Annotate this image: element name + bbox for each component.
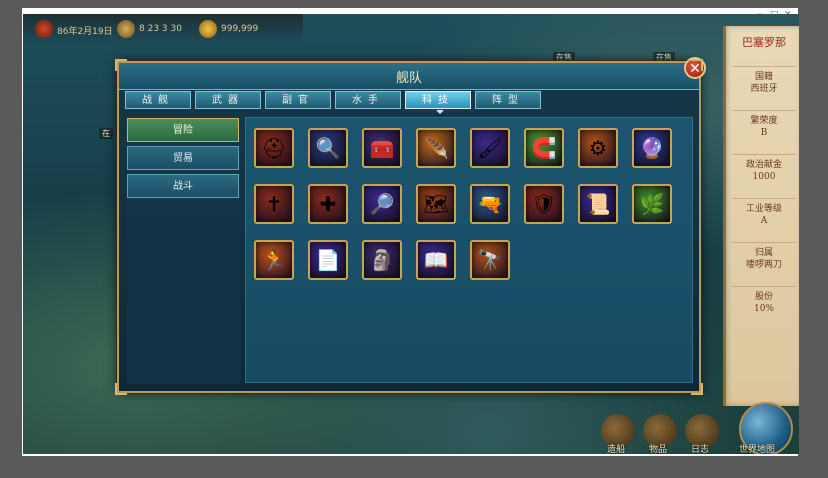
shipbuilding-label: 造船	[607, 445, 626, 454]
skill-grid: ⛑ 🔍 🧰 🪶 🖌 🧲 ⚙ 🔮 ✝ ✚ 🔎 🗺 🔫 🛡 📜 🌿 🏃 📄 🗿 📖 🔭	[245, 117, 693, 383]
log-label: 日志	[691, 445, 710, 454]
brush-icon[interactable]: 🖌	[470, 128, 510, 168]
magnet-icon[interactable]: 🧲	[524, 128, 564, 168]
tab-technology[interactable]: 科技	[405, 91, 471, 114]
category-trade[interactable]: 贸易	[127, 146, 239, 170]
tab-warships[interactable]: 战舰	[125, 91, 191, 109]
city-name: 巴塞罗那	[742, 36, 786, 49]
compass-ring-icon[interactable]: ⚙	[578, 128, 618, 168]
treasure-chest-icon[interactable]: 🧰	[362, 128, 402, 168]
tab-weapons[interactable]: 武器	[195, 91, 261, 109]
magnifier-plant-icon[interactable]: 🔎	[362, 184, 402, 224]
time-text: 8 23 3 30	[139, 24, 182, 34]
gold-amount: 999,999	[221, 24, 259, 34]
city-info-item: 股份 10%	[732, 286, 796, 315]
golden-cross-icon[interactable]: ✚	[308, 184, 348, 224]
herb-plant-icon[interactable]: 🌿	[632, 184, 672, 224]
frame-corner	[115, 383, 127, 395]
active-tab-indicator	[436, 110, 444, 114]
golden-idol-icon[interactable]: 🗿	[362, 240, 402, 280]
running-man-icon[interactable]: 🏃	[254, 240, 294, 280]
city-info-panel: 巴塞罗那 国籍 西班牙 繁荣度 B 政治献金 1000 工业等级 A 归属 喽啰…	[723, 26, 799, 406]
open-book-icon[interactable]: 📖	[416, 240, 456, 280]
frame-corner	[115, 59, 127, 71]
date-text: 86年2月19日	[57, 27, 113, 37]
category-adventure[interactable]: 冒险	[127, 118, 239, 142]
golden-feather-icon[interactable]: 🪶	[416, 128, 456, 168]
calendar-icon	[35, 20, 53, 38]
magnifier-fish-icon[interactable]: 🔍	[308, 128, 348, 168]
city-info-item: 国籍 西班牙	[732, 66, 796, 95]
scroll-icon[interactable]: 📜	[578, 184, 618, 224]
helmet-plume-icon[interactable]: ⛑	[254, 128, 294, 168]
city-info-item: 繁荣度 B	[732, 110, 796, 139]
map-label[interactable]: 在	[99, 128, 113, 139]
treasure-map-icon[interactable]: 🗺	[416, 184, 456, 224]
paper-sheets-icon[interactable]: 📄	[308, 240, 348, 280]
world-map-label: 世界地图	[739, 445, 776, 454]
items-label: 物品	[649, 445, 668, 454]
dialog-header: 舰队	[119, 63, 699, 90]
frame-corner	[691, 383, 703, 395]
city-info-item: 工业等级 A	[732, 198, 796, 227]
city-info-item: 归属 喽啰两刀	[732, 242, 796, 271]
bible-book-icon[interactable]: ✝	[254, 184, 294, 224]
tab-officers[interactable]: 副官	[265, 91, 331, 109]
frame-corner	[691, 59, 703, 71]
shield-icon[interactable]: 🛡	[524, 184, 564, 224]
tab-technology-label: 科技	[422, 95, 454, 106]
city-info-item: 政治献金 1000	[732, 154, 796, 183]
telescope-icon[interactable]: 🔭	[470, 240, 510, 280]
dialog-title: 舰队	[395, 71, 422, 86]
tab-sailors[interactable]: 水手	[335, 91, 401, 109]
musket-icon[interactable]: 🔫	[470, 184, 510, 224]
clock-icon	[117, 20, 135, 38]
gold-coin-icon	[199, 20, 217, 38]
category-battle[interactable]: 战斗	[127, 174, 239, 198]
category-list: 冒险 贸易 战斗	[127, 116, 241, 384]
tab-formation[interactable]: 阵型	[475, 91, 541, 109]
crystal-ball-ship-icon[interactable]: 🔮	[632, 128, 672, 168]
fleet-dialog: 舰队 ✕ 战舰 武器 副官 水手 科技 阵型 冒险 贸易 战斗 ⛑ 🔍 🧰 🪶 🖌 🧲 ⚙ 🔮…	[115, 57, 706, 395]
